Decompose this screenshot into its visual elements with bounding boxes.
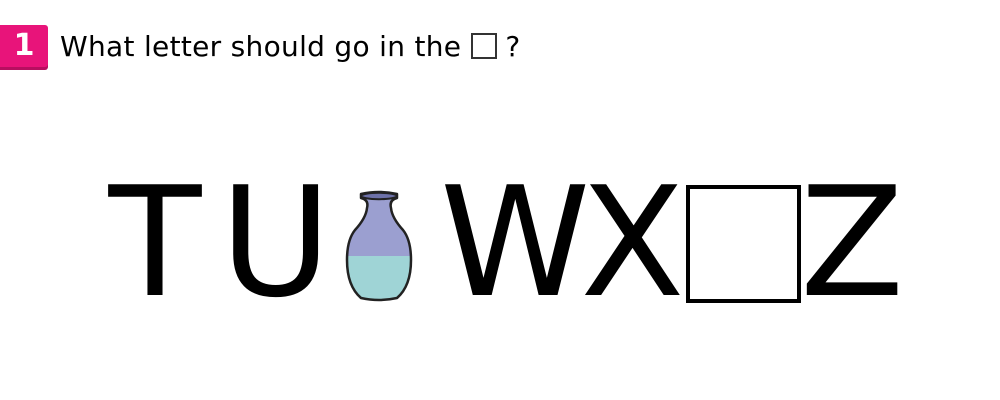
letter-u: U bbox=[220, 154, 332, 331]
vase-icon bbox=[345, 190, 413, 302]
question-text: What letter should go in the bbox=[60, 29, 462, 63]
question-mark: ? bbox=[505, 29, 521, 63]
question-number-badge: 1 bbox=[0, 25, 48, 67]
answer-blank-box bbox=[686, 185, 801, 303]
blank-box-icon bbox=[471, 33, 498, 59]
letter-w: W bbox=[440, 154, 591, 331]
question-prompt: What letter should go in the ? bbox=[60, 25, 521, 67]
letter-x: X bbox=[580, 154, 685, 331]
letter-t: T bbox=[108, 154, 202, 331]
letter-z: Z bbox=[800, 154, 905, 331]
